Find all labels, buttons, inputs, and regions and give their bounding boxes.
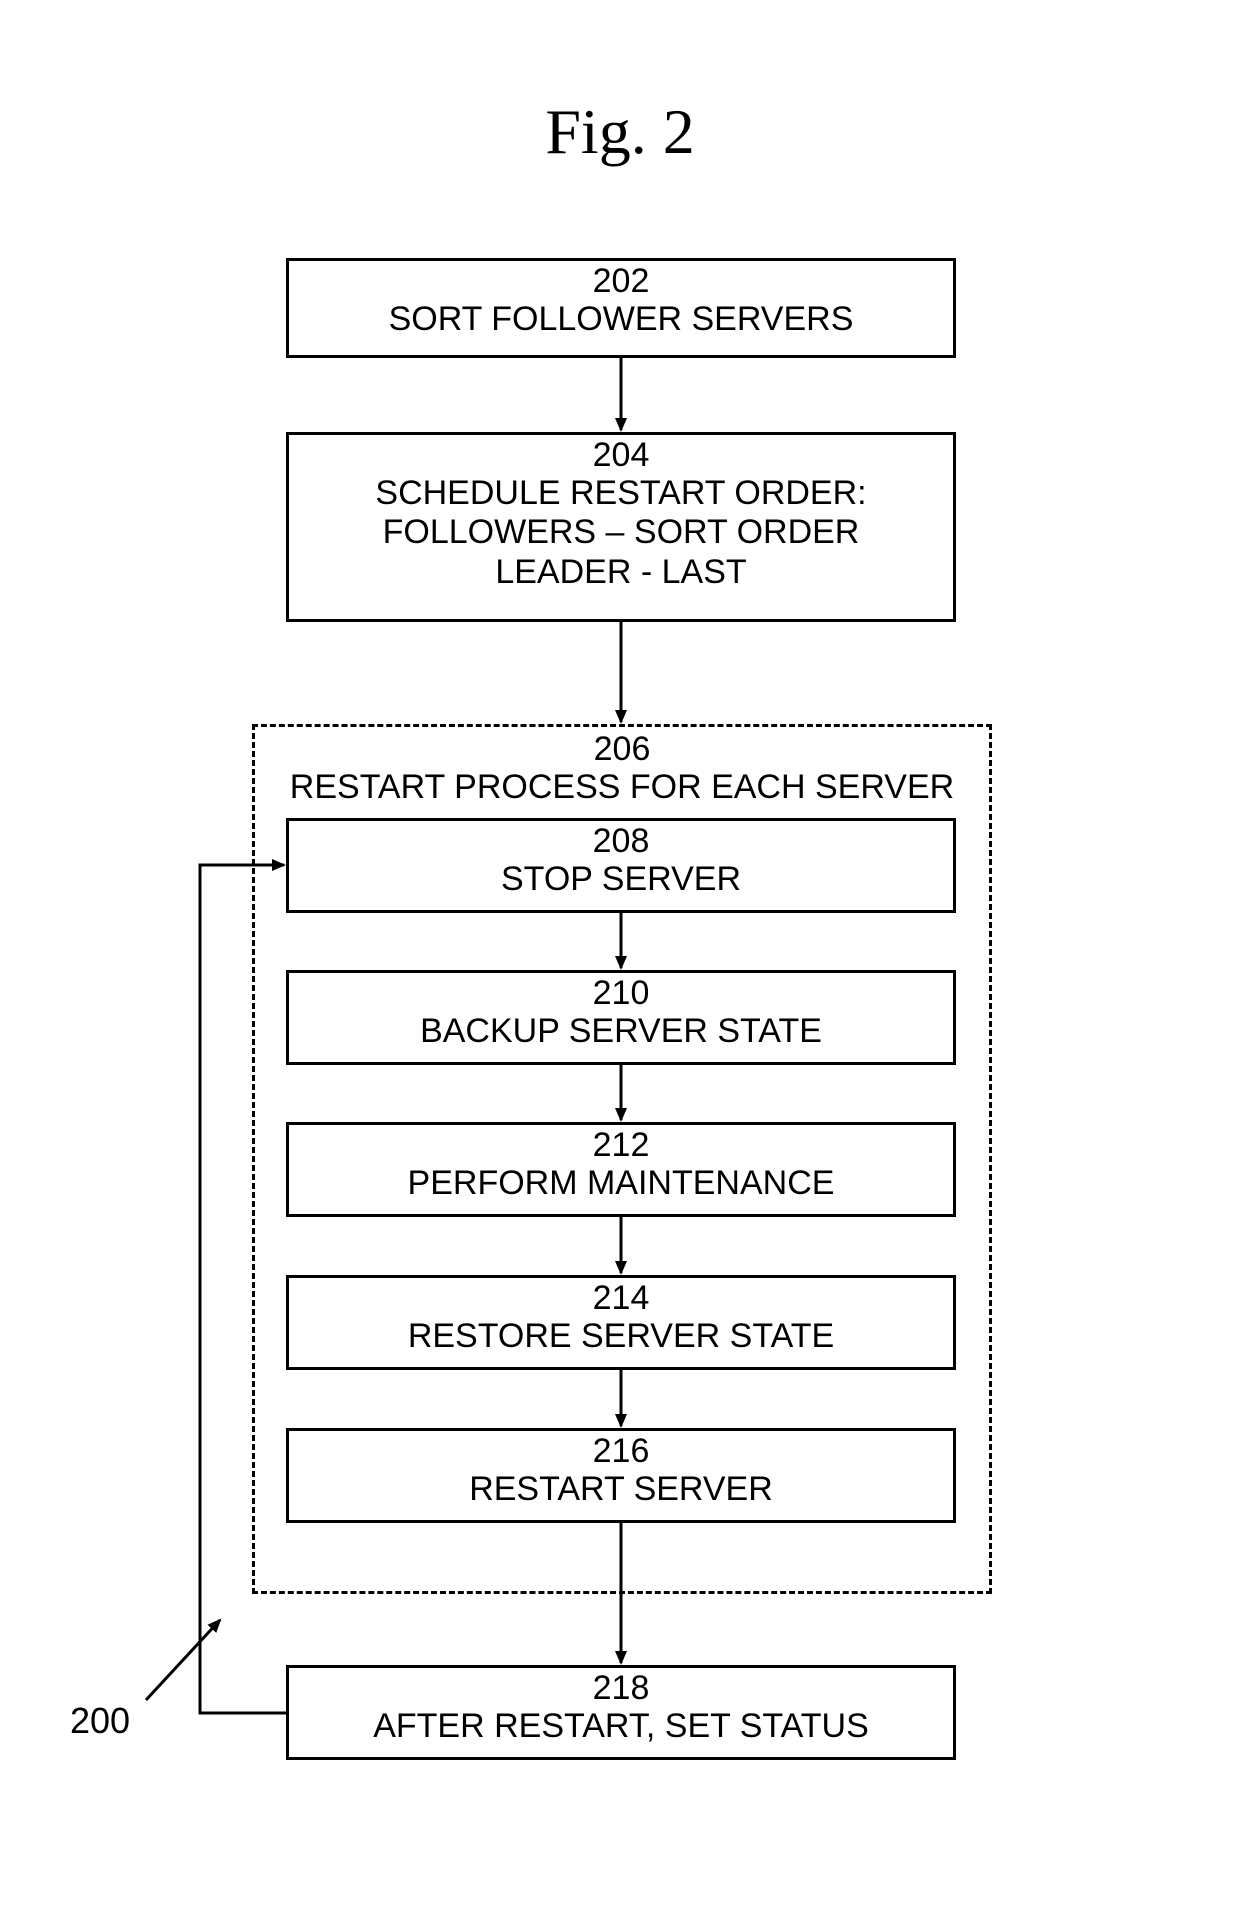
diagram-canvas: Fig. 2 202 SORT FOLLOWER SERVERS 204 SCH… (0, 0, 1240, 1922)
box-212: 212 PERFORM MAINTENANCE (286, 1122, 956, 1217)
box-210-num: 210 (289, 975, 953, 1012)
box-216: 216 RESTART SERVER (286, 1428, 956, 1523)
box-210-text: BACKUP SERVER STATE (289, 1012, 953, 1051)
box-218: 218 AFTER RESTART, SET STATUS (286, 1665, 956, 1760)
box-218-num: 218 (289, 1670, 953, 1707)
box-204: 204 SCHEDULE RESTART ORDER: FOLLOWERS – … (286, 432, 956, 622)
figure-ref-label: 200 (70, 1700, 130, 1742)
box-214-text: RESTORE SERVER STATE (289, 1317, 953, 1356)
box-202: 202 SORT FOLLOWER SERVERS (286, 258, 956, 358)
box-208: 208 STOP SERVER (286, 818, 956, 913)
box-208-num: 208 (289, 823, 953, 860)
box-204-text: SCHEDULE RESTART ORDER: FOLLOWERS – SORT… (289, 474, 953, 591)
box-206-num: 206 (255, 731, 989, 768)
figure-title: Fig. 2 (0, 95, 1240, 169)
box-212-num: 212 (289, 1127, 953, 1164)
box-210: 210 BACKUP SERVER STATE (286, 970, 956, 1065)
box-206-text: RESTART PROCESS FOR EACH SERVER (255, 768, 989, 807)
box-214-num: 214 (289, 1280, 953, 1317)
box-216-text: RESTART SERVER (289, 1470, 953, 1509)
box-208-text: STOP SERVER (289, 860, 953, 899)
box-218-text: AFTER RESTART, SET STATUS (289, 1707, 953, 1746)
box-204-num: 204 (289, 437, 953, 474)
arrow-ref-200 (146, 1620, 220, 1700)
box-202-num: 202 (289, 263, 953, 300)
box-202-text: SORT FOLLOWER SERVERS (289, 300, 953, 339)
box-214: 214 RESTORE SERVER STATE (286, 1275, 956, 1370)
box-212-text: PERFORM MAINTENANCE (289, 1164, 953, 1203)
box-216-num: 216 (289, 1433, 953, 1470)
